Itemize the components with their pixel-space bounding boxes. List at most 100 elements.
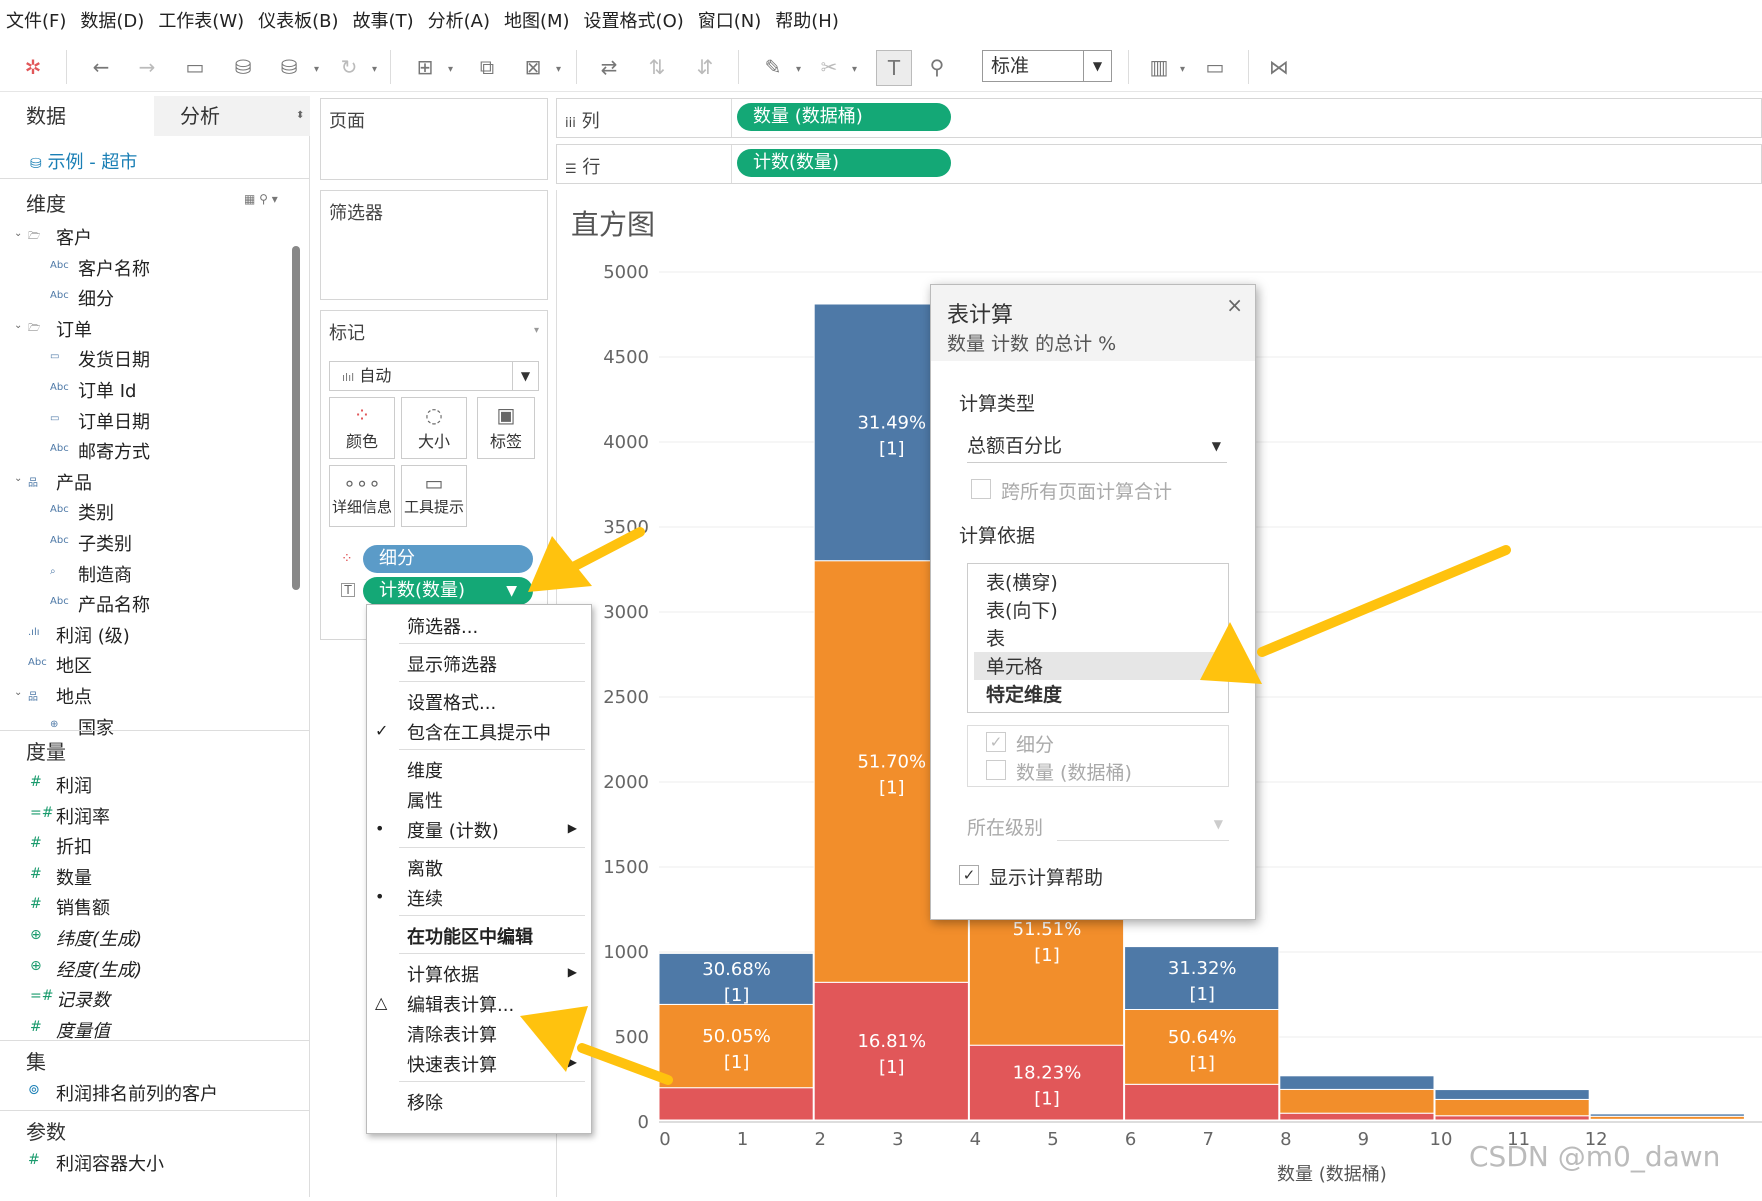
context-menu-item[interactable]: 维度 xyxy=(407,757,443,783)
close-icon[interactable]: × xyxy=(1226,293,1243,317)
context-menu-item[interactable]: 设置格式... xyxy=(407,689,496,715)
tab-menu-icon[interactable]: ⬍ xyxy=(296,110,304,121)
presentation-mode-icon[interactable]: ▭ xyxy=(1202,54,1228,80)
scrollbar[interactable] xyxy=(292,246,300,590)
context-menu-item[interactable]: 筛选器... xyxy=(407,613,478,639)
dimension-field[interactable]: 客户名称 xyxy=(78,255,150,281)
swap-axes-icon[interactable]: ⇄ xyxy=(596,54,622,80)
context-menu-item[interactable]: 离散 xyxy=(407,855,443,881)
dim-checkbox[interactable]: ✓ xyxy=(986,732,1006,752)
measure-field[interactable]: 销售额 xyxy=(56,894,110,920)
context-menu-item[interactable]: 移除 xyxy=(407,1089,443,1115)
dimension-field[interactable]: 利润 (级) xyxy=(56,622,130,648)
measure-field[interactable]: 利润率 xyxy=(56,803,110,829)
menu-item[interactable]: 帮助(H) xyxy=(775,7,839,33)
context-menu-item[interactable]: 包含在工具提示中 xyxy=(407,719,551,745)
show-help-checkbox[interactable]: ✓ xyxy=(959,865,979,885)
dimension-field[interactable]: 订单 Id xyxy=(78,377,136,403)
list-item[interactable]: 表 xyxy=(986,624,1005,651)
context-menu-item[interactable]: 在功能区中编辑 xyxy=(407,923,533,949)
duplicate-sheet-icon[interactable]: ⧉ xyxy=(474,54,500,80)
measure-field[interactable]: 利润 xyxy=(56,772,92,798)
label-pill[interactable]: 计数(数量) ▼ xyxy=(363,577,533,605)
dimension-field[interactable]: 地区 xyxy=(56,652,92,678)
new-worksheet-icon[interactable]: ⊞ xyxy=(412,54,438,80)
menu-item[interactable]: 地图(M) xyxy=(504,7,570,33)
param-item[interactable]: 利润容器大小 xyxy=(56,1150,164,1176)
context-menu-item[interactable]: 度量 (计数) xyxy=(407,817,499,843)
context-menu-item[interactable]: 计算依据 xyxy=(407,961,479,987)
chevron-down-icon[interactable]: ▼ xyxy=(1083,51,1111,81)
chevron-down-icon[interactable]: ⌄ xyxy=(14,687,22,698)
rows-shelf[interactable]: ☰ 行 计数(数量) xyxy=(556,144,1762,184)
mark-type-select[interactable]: ılıl 自动 ▼ xyxy=(329,361,539,391)
dimension-field[interactable]: 子类别 xyxy=(78,530,132,556)
measure-field[interactable]: 数量 xyxy=(56,864,92,890)
zoom-select[interactable]: 标准 ▼ xyxy=(982,50,1112,82)
size-button[interactable]: ◌ 大小 xyxy=(401,397,467,459)
measure-field[interactable]: 经度(生成) xyxy=(56,956,142,982)
across-pages-checkbox[interactable] xyxy=(971,479,991,499)
menu-item[interactable]: 窗口(N) xyxy=(698,7,762,33)
show-labels-icon[interactable]: T xyxy=(876,50,912,86)
dimension-field[interactable]: 类别 xyxy=(78,499,114,525)
tableau-logo-icon[interactable]: ✲ xyxy=(20,54,46,80)
menu-item[interactable]: 仪表板(B) xyxy=(258,7,338,33)
tooltip-button[interactable]: ▭ 工具提示 xyxy=(401,465,467,527)
dimension-field[interactable]: 邮寄方式 xyxy=(78,438,150,464)
dimension-field[interactable]: 客户 xyxy=(56,224,92,250)
list-item-selected[interactable]: 单元格 xyxy=(986,652,1043,679)
calc-type-select[interactable]: 总额百分比 ▼ xyxy=(967,431,1227,463)
list-item[interactable]: 特定维度 xyxy=(986,680,1062,707)
menu-item[interactable]: 数据(D) xyxy=(80,7,144,33)
clear-sheet-icon[interactable]: ⊠ xyxy=(520,54,546,80)
measure-field[interactable]: 记录数 xyxy=(56,986,110,1012)
chevron-down-icon[interactable]: ▼ xyxy=(1212,431,1221,461)
chevron-down-icon[interactable]: ▾ xyxy=(534,325,539,336)
dimension-field[interactable]: 产品 xyxy=(56,469,92,495)
chevron-down-icon[interactable]: ▼ xyxy=(1214,817,1223,831)
color-pill[interactable]: 细分 xyxy=(363,545,533,573)
context-menu-item[interactable]: 清除表计算 xyxy=(407,1021,497,1047)
share-icon[interactable]: ⋈ xyxy=(1266,54,1292,80)
list-item[interactable]: 表(横穿) xyxy=(986,568,1058,595)
dimension-field[interactable]: 地点 xyxy=(56,683,92,709)
fix-axes-icon[interactable]: ⚲ xyxy=(924,54,950,80)
dimension-field[interactable]: 制造商 xyxy=(78,561,132,587)
dimension-field[interactable]: 国家 xyxy=(78,714,114,740)
group-icon[interactable]: ✂ xyxy=(816,54,842,80)
context-menu-item[interactable]: 显示筛选器 xyxy=(407,651,497,677)
context-menu-item[interactable]: 连续 xyxy=(407,885,443,911)
show-cards-icon[interactable]: ▥ xyxy=(1146,54,1172,80)
sort-desc-icon[interactable]: ⇵ xyxy=(692,54,718,80)
columns-pill[interactable]: 数量 (数据桶) xyxy=(737,103,951,131)
datasource-name[interactable]: ⛁ 示例 - 超市 xyxy=(30,148,137,174)
chevron-down-icon[interactable]: ⌄ xyxy=(14,473,22,484)
set-item[interactable]: 利润排名前列的客户 xyxy=(56,1080,218,1106)
highlight-icon[interactable]: ✎ xyxy=(760,54,786,80)
color-button[interactable]: ⁘ 颜色 xyxy=(329,397,395,459)
context-menu-item[interactable]: 快速表计算 xyxy=(407,1051,497,1077)
measure-field[interactable]: 折扣 xyxy=(56,833,92,859)
context-menu-item[interactable]: 编辑表计算... xyxy=(407,991,514,1017)
pause-updates-icon[interactable]: ⛁ xyxy=(276,54,302,80)
redo-icon[interactable]: → xyxy=(134,54,160,80)
new-datasource-icon[interactable]: ⛁ xyxy=(230,54,256,80)
menu-item[interactable]: 设置格式(O) xyxy=(584,7,684,33)
refresh-icon[interactable]: ↻ xyxy=(336,54,362,80)
menu-item[interactable]: 工作表(W) xyxy=(158,7,244,33)
pill-dropdown-icon[interactable]: ▼ xyxy=(506,577,517,605)
label-button[interactable]: ▣ 标签 xyxy=(477,397,535,459)
dimension-field[interactable]: 发货日期 xyxy=(78,346,150,372)
list-item[interactable]: 表(向下) xyxy=(986,596,1058,623)
chevron-down-icon[interactable]: ⌄ xyxy=(14,320,22,331)
tab-analysis[interactable]: 分析 xyxy=(154,96,310,136)
search-icon[interactable]: ▦ ⚲ ▾ xyxy=(244,192,278,206)
detail-button[interactable]: ∘∘∘ 详细信息 xyxy=(329,465,395,527)
sort-asc-icon[interactable]: ⇅ xyxy=(644,54,670,80)
measure-field[interactable]: 纬度(生成) xyxy=(56,925,142,951)
filters-shelf[interactable]: 筛选器 xyxy=(320,190,548,300)
menu-item[interactable]: 分析(A) xyxy=(428,7,490,33)
level-select[interactable]: ▼ xyxy=(1057,813,1229,841)
menu-item[interactable]: 故事(T) xyxy=(353,7,414,33)
